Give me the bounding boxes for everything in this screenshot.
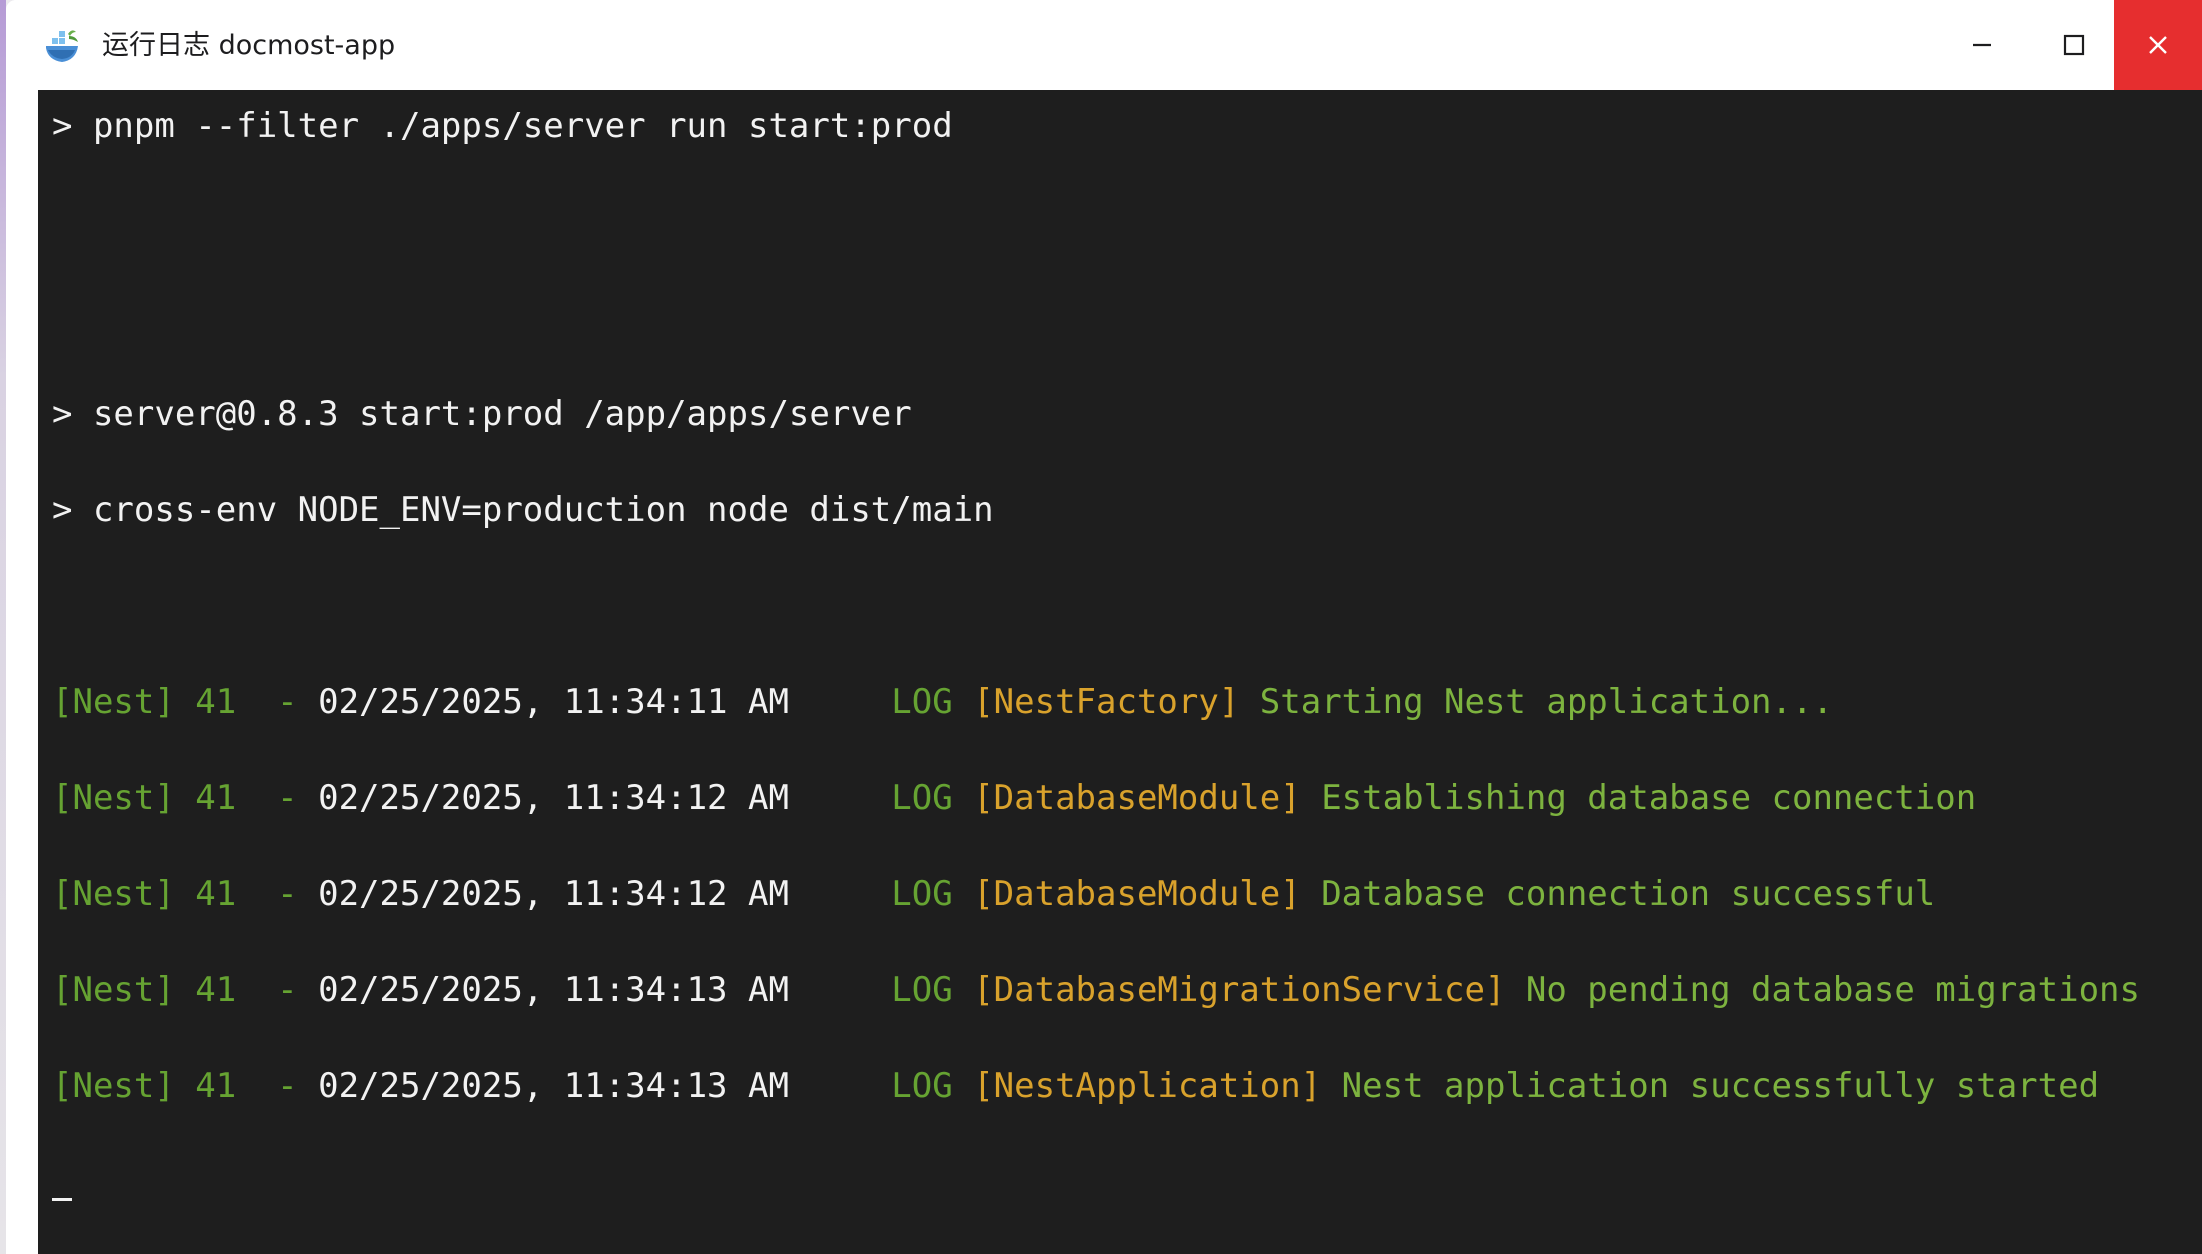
maximize-icon bbox=[2063, 34, 2085, 56]
log-message: Nest application successfully started bbox=[1341, 1066, 2100, 1106]
log-message: Starting Nest application... bbox=[1259, 682, 1833, 722]
terminal-output[interactable]: > pnpm --filter ./apps/server run start:… bbox=[38, 90, 2176, 1254]
log-context: [DatabaseMigrationService] bbox=[973, 970, 1506, 1010]
log-line: [Nest] 41 - 02/25/2025, 11:34:13 AM LOG … bbox=[52, 1064, 2099, 1108]
close-button[interactable] bbox=[2114, 0, 2202, 90]
window-title: 运行日志 docmost-app bbox=[102, 30, 396, 61]
minimize-icon bbox=[1973, 43, 1991, 47]
log-prefix: [Nest] 41 - bbox=[52, 682, 319, 722]
log-context: [NestFactory] bbox=[973, 682, 1240, 722]
log-prefix: [Nest] 41 - bbox=[52, 970, 319, 1010]
terminal-scroll-gutter[interactable] bbox=[2176, 90, 2202, 1254]
log-prefix: [Nest] 41 - bbox=[52, 1066, 319, 1106]
title-bar[interactable]: 运行日志 docmost-app bbox=[6, 0, 2202, 90]
log-line: [Nest] 41 - 02/25/2025, 11:34:12 AM LOG … bbox=[52, 776, 1976, 820]
log-prefix: [Nest] 41 - bbox=[52, 874, 319, 914]
log-prefix: [Nest] 41 - bbox=[52, 778, 319, 818]
log-timestamp: 02/25/2025, 11:34:13 AM bbox=[318, 1066, 789, 1106]
log-message: Establishing database connection bbox=[1321, 778, 1977, 818]
maximize-button[interactable] bbox=[2028, 0, 2120, 90]
log-context: [DatabaseModule] bbox=[973, 778, 1301, 818]
docker-whale-icon bbox=[42, 26, 82, 66]
log-message: Database connection successful bbox=[1321, 874, 1936, 914]
log-level: LOG bbox=[891, 682, 953, 722]
command-line: > cross-env NODE_ENV=production node dis… bbox=[52, 490, 994, 530]
command-line: > server@0.8.3 start:prod /app/apps/serv… bbox=[52, 394, 912, 434]
log-line: [Nest] 41 - 02/25/2025, 11:34:11 AM LOG … bbox=[52, 680, 1833, 724]
minimize-button[interactable] bbox=[1936, 0, 2028, 90]
log-timestamp: 02/25/2025, 11:34:12 AM bbox=[318, 874, 789, 914]
log-level: LOG bbox=[891, 1066, 953, 1106]
log-window: 运行日志 docmost-app > pnpm --filter ./apps/… bbox=[6, 0, 2202, 1254]
command-line: > pnpm --filter ./apps/server run start:… bbox=[52, 106, 953, 146]
log-timestamp: 02/25/2025, 11:34:12 AM bbox=[318, 778, 789, 818]
close-icon bbox=[2149, 36, 2167, 54]
log-timestamp: 02/25/2025, 11:34:11 AM bbox=[318, 682, 789, 722]
log-line: [Nest] 41 - 02/25/2025, 11:34:12 AM LOG … bbox=[52, 872, 1935, 916]
log-line: [Nest] 41 - 02/25/2025, 11:34:13 AM LOG … bbox=[52, 968, 2140, 1012]
log-timestamp: 02/25/2025, 11:34:13 AM bbox=[318, 970, 789, 1010]
log-level: LOG bbox=[891, 778, 953, 818]
log-level: LOG bbox=[891, 970, 953, 1010]
terminal-cursor bbox=[52, 1198, 72, 1201]
log-level: LOG bbox=[891, 874, 953, 914]
log-context: [DatabaseModule] bbox=[973, 874, 1301, 914]
log-context: [NestApplication] bbox=[973, 1066, 1322, 1106]
log-message: No pending database migrations bbox=[1525, 970, 2140, 1010]
